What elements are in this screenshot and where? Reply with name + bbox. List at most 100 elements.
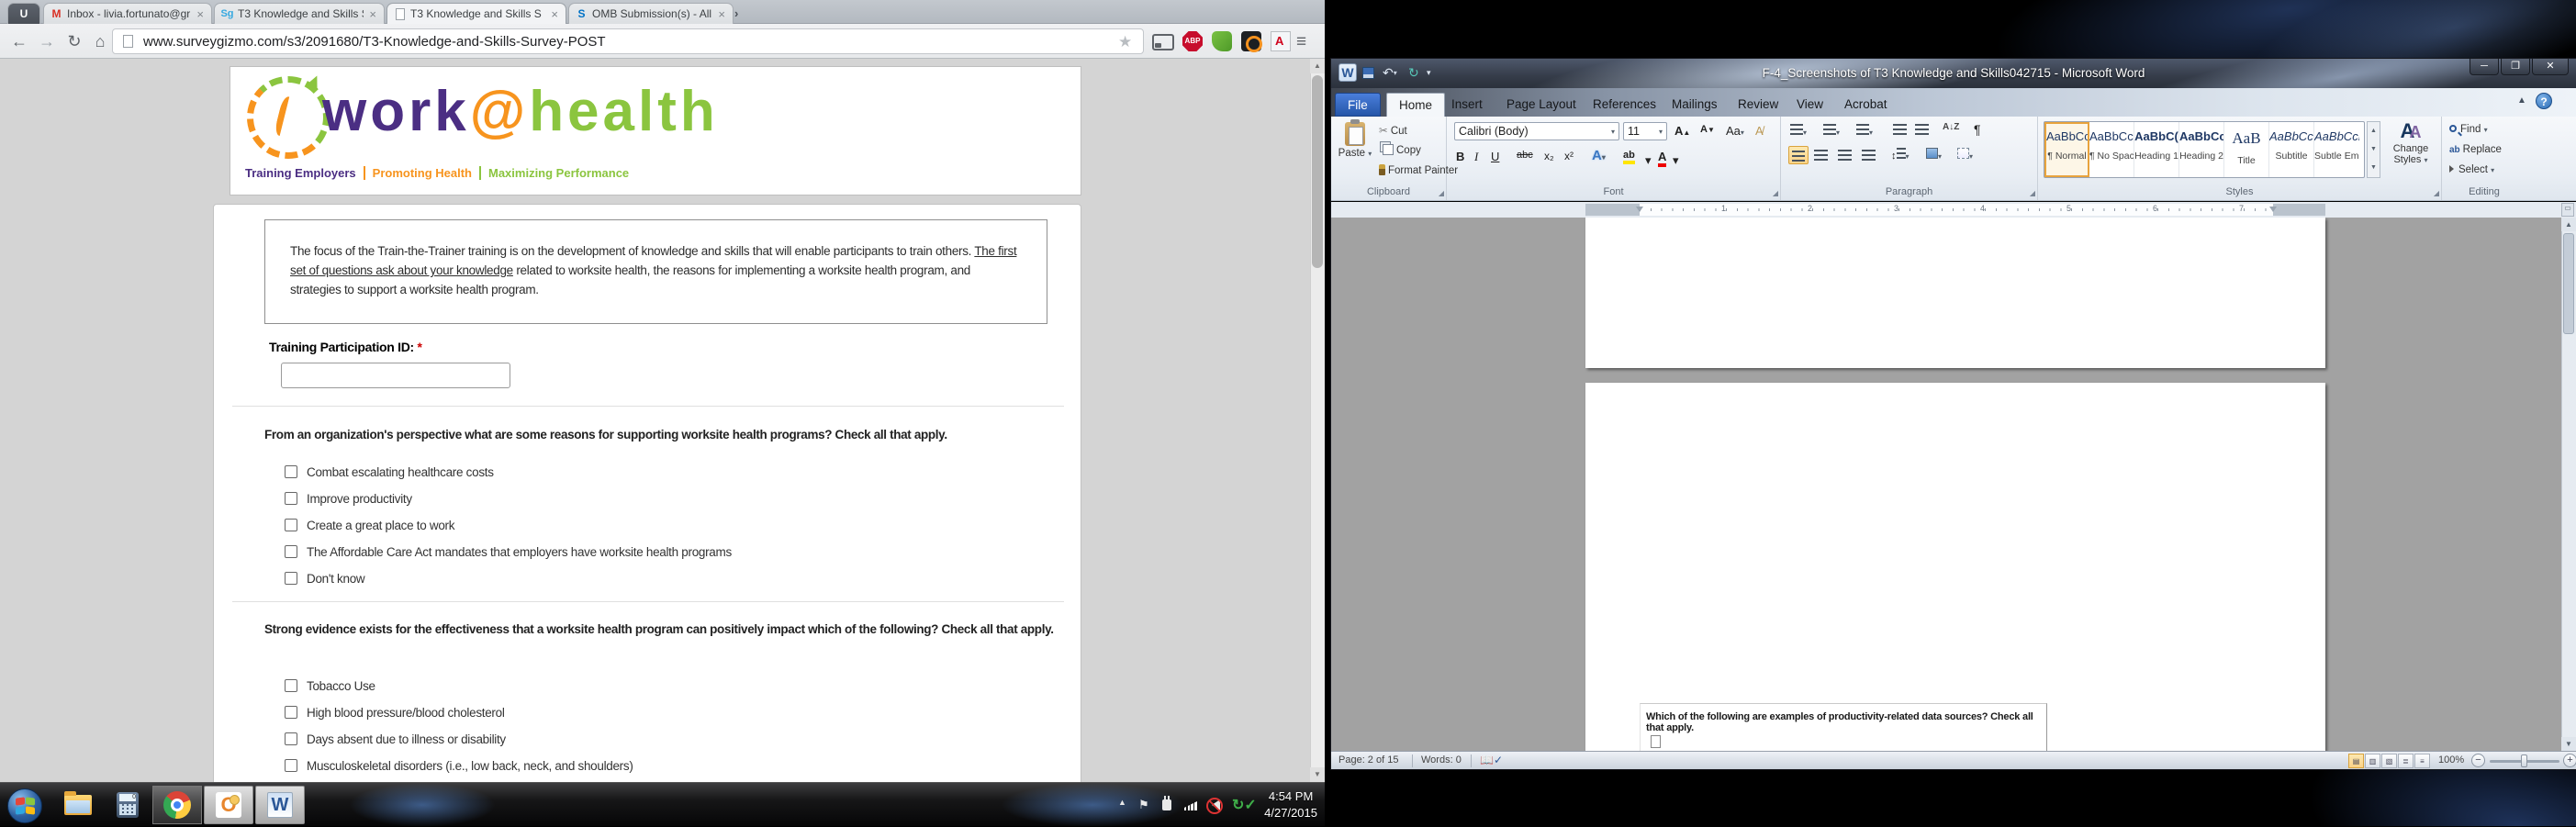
scroll-up-icon[interactable]: ▲ xyxy=(1310,59,1325,73)
copy-button[interactable]: Copy xyxy=(1379,144,1421,156)
strikethrough-button[interactable]: abc xyxy=(1517,150,1533,161)
word-title-bar[interactable]: F-4_Screenshots of T3 Knowledge and Skil… xyxy=(1331,59,2576,88)
tab-close-icon[interactable]: × xyxy=(549,7,560,21)
save-icon[interactable] xyxy=(1362,63,1374,82)
chrome-menu-icon[interactable]: ≡ xyxy=(1296,32,1306,52)
print-layout-view-icon[interactable]: ▤ xyxy=(2348,754,2364,768)
style-subtitle[interactable]: AaBbCc. Subtitle xyxy=(2269,122,2314,177)
clear-formatting-icon[interactable]: A̸ xyxy=(1755,124,1764,138)
volume-muted-icon[interactable] xyxy=(1206,798,1223,814)
align-center-button[interactable] xyxy=(1814,150,1828,163)
checkbox-option[interactable]: Don't know xyxy=(285,570,365,587)
gallery-scroll-arrows[interactable]: ▲ ▼ ▼ xyxy=(2367,121,2380,178)
power-plug-icon[interactable] xyxy=(1162,796,1171,810)
show-marks-icon[interactable]: ¶ xyxy=(1974,122,1981,137)
font-name-combo[interactable]: Calibri (Body) ▾ xyxy=(1454,122,1619,140)
style-subtle-emphasis[interactable]: AaBbCcD( Subtle Em... xyxy=(2314,122,2359,177)
tab-view[interactable]: View xyxy=(1785,93,1835,117)
tab-review[interactable]: Review xyxy=(1726,93,1790,117)
word-taskbar-button[interactable]: W xyxy=(255,786,305,824)
subscript-button[interactable]: x₂ xyxy=(1544,150,1554,162)
shading-icon[interactable]: ▾ xyxy=(1926,148,1942,162)
view-ruler-toggle-icon[interactable]: ▭ xyxy=(2561,203,2574,217)
numbering-icon[interactable]: ▾ xyxy=(1823,124,1840,138)
new-tab-chevron[interactable]: › xyxy=(734,6,738,20)
redo-icon[interactable]: ↻ xyxy=(1408,63,1419,82)
page-security-icon[interactable] xyxy=(123,35,133,48)
style-heading-1[interactable]: AaBbC( Heading 1 xyxy=(2134,122,2179,177)
calculator-taskbar-button[interactable] xyxy=(103,786,152,824)
pinned-tab[interactable]: U xyxy=(7,3,40,24)
dialog-launcher-icon[interactable]: ◢ xyxy=(2434,189,2439,197)
style-normal[interactable]: AaBbCcDc ¶ Normal xyxy=(2044,122,2089,177)
decrease-indent-icon[interactable] xyxy=(1893,124,1907,138)
checkbox[interactable] xyxy=(285,519,297,531)
text-effects-icon[interactable]: A▾ xyxy=(1592,148,1606,163)
tab-gmail[interactable]: M Inbox - livia.fortunato@gr × xyxy=(43,3,212,24)
chrome-taskbar-button[interactable] xyxy=(152,786,202,824)
tab-file[interactable]: File xyxy=(1335,93,1381,117)
checkbox-option[interactable]: Combat escalating healthcare costs xyxy=(285,464,494,480)
line-spacing-icon[interactable]: ↕ ▾ xyxy=(1891,148,1910,162)
replace-button[interactable]: ab Replace xyxy=(2449,144,2502,155)
explorer-taskbar-button[interactable] xyxy=(53,786,103,824)
borders-icon[interactable]: ▾ xyxy=(1957,148,1973,162)
tab-insert[interactable]: Insert xyxy=(1439,93,1495,117)
browser-scrollbar-thumb[interactable] xyxy=(1312,75,1323,268)
page-indicator[interactable]: Page: 2 of 15 xyxy=(1338,754,1398,766)
font-size-combo[interactable]: 11 ▾ xyxy=(1623,122,1667,140)
participation-id-input[interactable] xyxy=(281,363,510,388)
document-page-1[interactable] xyxy=(1585,218,2325,368)
zoom-slider-thumb[interactable] xyxy=(2521,754,2527,767)
align-left-button[interactable] xyxy=(1788,146,1809,164)
style-no-spacing[interactable]: AaBbCcDc ¶ No Spaci... xyxy=(2089,122,2134,177)
zoom-level[interactable]: 100% xyxy=(2438,754,2464,766)
outlook-taskbar-button[interactable]: O xyxy=(204,786,253,824)
web-layout-view-icon[interactable]: ▧ xyxy=(2381,754,2397,768)
checkbox-option[interactable]: Days absent due to illness or disability xyxy=(285,731,506,747)
proofing-icon[interactable]: 📖✓ xyxy=(1480,754,1503,766)
dialog-launcher-icon[interactable]: ◢ xyxy=(1439,189,1444,197)
outline-view-icon[interactable]: ≣ xyxy=(2398,754,2414,768)
tab-mailings[interactable]: Mailings xyxy=(1660,93,1730,117)
grow-font-icon[interactable]: A▲ xyxy=(1674,124,1690,138)
bookmark-star-icon[interactable]: ★ xyxy=(1118,33,1132,51)
select-button[interactable]: Select ▾ xyxy=(2449,164,2494,175)
word-scroll-down-icon[interactable]: ▼ xyxy=(2561,737,2576,751)
paste-button[interactable]: Paste ▾ xyxy=(1335,119,1375,177)
undo-icon[interactable]: ↶ ▾ xyxy=(1383,63,1397,82)
back-icon[interactable]: ← xyxy=(7,30,31,54)
checkbox[interactable] xyxy=(285,492,297,505)
checkbox[interactable] xyxy=(285,545,297,558)
sync-icon[interactable]: ↻✓ xyxy=(1232,796,1257,814)
qat-menu-icon[interactable]: ▾ xyxy=(1427,63,1431,82)
forward-icon[interactable]: → xyxy=(35,30,59,54)
bullets-icon[interactable]: ▾ xyxy=(1790,124,1807,138)
dialog-launcher-icon[interactable]: ◢ xyxy=(1773,189,1778,197)
bold-button[interactable]: B xyxy=(1456,150,1464,163)
draft-view-icon[interactable]: ≡ xyxy=(2414,754,2430,768)
justify-button[interactable] xyxy=(1862,150,1876,163)
start-button[interactable] xyxy=(7,788,42,823)
taskbar-clock[interactable]: 4:54 PM 4/27/2015 xyxy=(1264,788,1317,821)
checkbox[interactable] xyxy=(285,679,297,692)
checkbox-option[interactable]: Improve productivity xyxy=(285,490,412,507)
zoom-in-button[interactable]: + xyxy=(2563,754,2576,767)
show-hidden-icons-chevron[interactable]: ▲ xyxy=(1118,798,1126,807)
change-styles-button[interactable]: AA Change Styles ▾ xyxy=(2387,120,2435,166)
checkbox[interactable] xyxy=(285,759,297,772)
align-right-button[interactable] xyxy=(1838,150,1852,163)
url-text[interactable]: www.surveygizmo.com/s3/2091680/T3-Knowle… xyxy=(143,34,606,50)
tab-page-layout[interactable]: Page Layout xyxy=(1495,93,1588,117)
increase-indent-icon[interactable] xyxy=(1915,124,1929,138)
sort-icon[interactable]: A↓Z xyxy=(1943,122,1959,132)
tab-home[interactable]: Home xyxy=(1386,93,1446,117)
home-icon[interactable]: ⌂ xyxy=(88,30,112,54)
style-title[interactable]: AaB Title xyxy=(2224,122,2269,177)
word-scroll-up-icon[interactable]: ▲ xyxy=(2561,218,2576,231)
pdf-extension-icon[interactable] xyxy=(1271,31,1291,51)
find-button[interactable]: Find ▾ xyxy=(2449,124,2488,135)
word-count[interactable]: Words: 0 xyxy=(1421,754,1462,766)
style-heading-2[interactable]: AaBbCc Heading 2 xyxy=(2179,122,2224,177)
collapse-ribbon-icon[interactable]: ▲ xyxy=(2517,95,2526,106)
